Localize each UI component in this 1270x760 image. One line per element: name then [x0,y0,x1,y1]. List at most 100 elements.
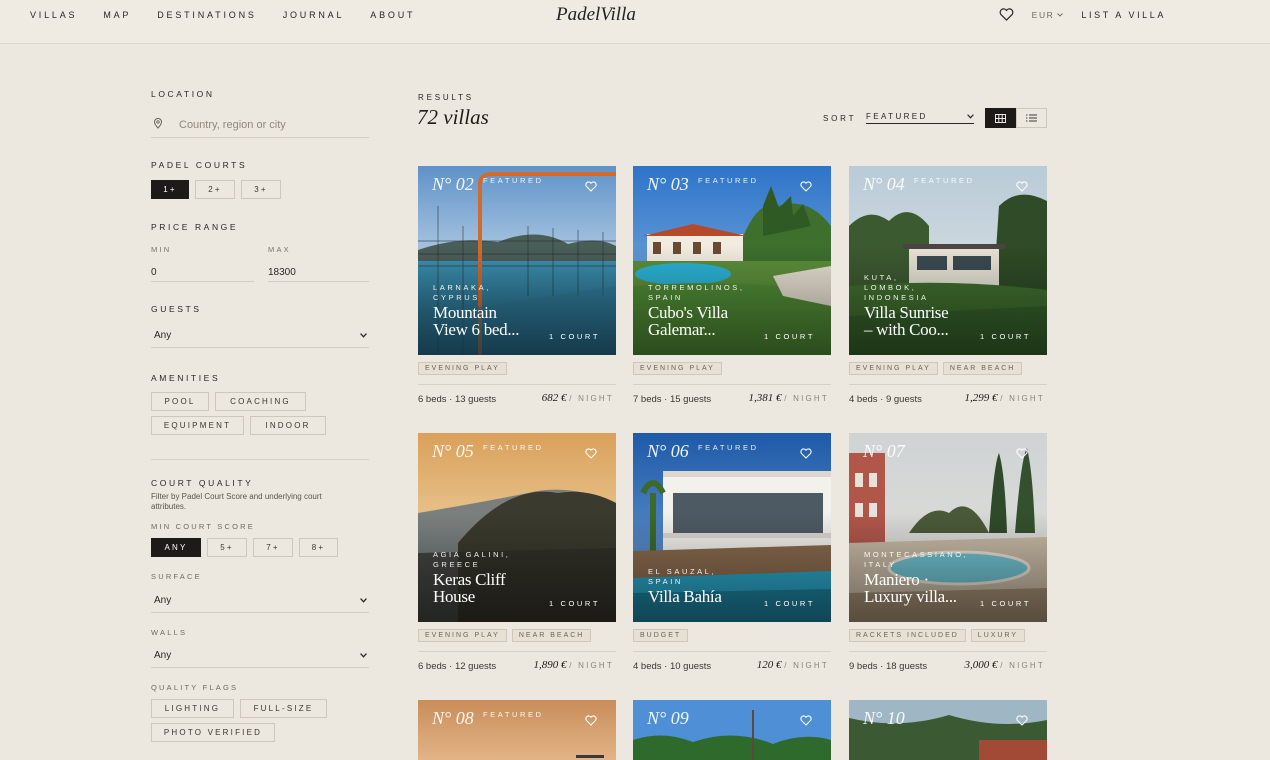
amenity-pool[interactable]: POOL [151,392,209,411]
amenity-indoor[interactable]: INDOOR [250,416,326,435]
villa-photo[interactable]: N° 04 FEATURED KUTA, LOMBOK, INDONESIA Vil… [849,166,1047,355]
nav-map[interactable]: MAP [103,10,131,20]
price-amount: 1,381 € [748,392,782,404]
price-unit: / NIGHT [569,661,614,670]
currency-selector[interactable]: EUR [1032,10,1064,20]
min-price-input[interactable]: 0 [151,262,254,282]
guests-select[interactable]: Any [151,324,369,348]
nav-journal[interactable]: JOURNAL [283,10,345,20]
nav-about[interactable]: ABOUT [370,10,415,20]
favorite-heart-icon[interactable] [800,179,812,197]
villa-card[interactable]: N° 04 FEATURED KUTA, LOMBOK, INDONESIA Vil… [849,166,1047,405]
villa-card[interactable]: N° 09 [633,700,831,760]
price-range-label: PRICE RANGE [151,222,239,232]
villa-location-line: EL SAUZAL, [648,567,717,576]
favorite-heart-icon[interactable] [800,713,812,731]
villa-name-line: Galemar... [648,320,716,339]
court-count: 1 COURT [764,332,815,341]
surface-select[interactable]: Any [151,589,369,613]
nav-destinations[interactable]: DESTINATIONS [157,10,256,20]
villa-card[interactable]: N° 06 FEATURED EL SAUZAL, SPAIN Villa Bah… [633,433,831,672]
featured-badge: FEATURED [698,443,759,452]
villa-location: AGIA GALINI, GREECE [433,550,510,570]
max-price-value: 18300 [268,267,296,278]
price-unit: / NIGHT [569,394,614,403]
guests-label: GUESTS [151,304,202,314]
favorite-heart-icon[interactable] [585,446,597,464]
villa-photo[interactable]: N° 03 FEATURED TORREMOLINOS, SPAIN Cubo's… [633,166,831,355]
featured-badge: FEATURED [483,710,544,719]
amenity-equipment[interactable]: EQUIPMENT [151,416,244,435]
score-option-7-plus[interactable]: 7+ [253,538,293,557]
nav-villas[interactable]: VILLAS [30,10,77,20]
villa-location-line: CYPRUS [433,293,480,302]
max-price-input[interactable]: 18300 [268,262,369,282]
villa-card[interactable]: N° 08 FEATURED [418,700,616,760]
price-unit: / NIGHT [1000,394,1045,403]
court-option-3-plus[interactable]: 3+ [241,180,281,199]
villa-name: Villa Bahía [648,588,722,605]
heart-icon[interactable] [999,8,1014,21]
quality-flags-label: QUALITY FLAGS [151,683,239,692]
favorite-heart-icon[interactable] [800,446,812,464]
list-a-villa-link[interactable]: LIST A VILLA [1081,10,1166,20]
sort-select[interactable]: FEATURED [866,112,974,124]
villa-name: Maniero · Luxury villa... [864,571,957,605]
favorite-heart-icon[interactable] [1016,713,1028,731]
header-actions: EUR LIST A VILLA [999,8,1166,21]
villa-price: 1,890 € / NIGHT [534,659,614,671]
villa-name-line: House [433,587,475,606]
court-count: 1 COURT [764,599,815,608]
logo[interactable]: PadelVilla [556,4,636,26]
villa-photo[interactable]: N° 06 FEATURED EL SAUZAL, SPAIN Villa Bah… [633,433,831,622]
price-unit: / NIGHT [784,394,829,403]
villa-tag: LUXURY [970,629,1026,642]
price-unit: / NIGHT [1000,661,1045,670]
villa-photo[interactable]: N° 02 FEATURED LARNAKA, CYPRUS Mountain Vi… [418,166,616,355]
favorite-heart-icon[interactable] [1016,179,1028,197]
location-input[interactable] [179,118,359,131]
currency-label: EUR [1031,9,1055,20]
price-amount: 1,299 € [964,392,998,404]
featured-badge: FEATURED [483,176,544,185]
villa-photo[interactable]: N° 08 FEATURED [418,700,616,760]
court-option-2-plus[interactable]: 2+ [195,180,235,199]
score-option-any[interactable]: ANY [151,538,201,557]
divider [849,651,1047,652]
favorite-heart-icon[interactable] [585,179,597,197]
villa-card[interactable]: N° 03 FEATURED TORREMOLINOS, SPAIN Cubo's… [633,166,831,405]
villa-photo[interactable]: N° 09 [633,700,831,760]
favorite-heart-icon[interactable] [1016,446,1028,464]
villa-card[interactable]: N° 05 FEATURED AGIA GALINI, GREECE Keras … [418,433,616,672]
villa-photo[interactable]: N° 07 MONTECASSIANO, ITALY Maniero · Luxur… [849,433,1047,622]
villa-card[interactable]: N° 10 [849,700,1047,760]
min-price-value: 0 [151,267,157,278]
villa-price: 682 € / NIGHT [542,392,614,404]
featured-badge: FEATURED [914,176,975,185]
guests-value: Any [154,330,172,341]
villa-photo[interactable]: N° 10 [849,700,1047,760]
grid-view-button[interactable] [985,108,1016,128]
villa-location: MONTECASSIANO, ITALY [864,550,968,570]
villa-card[interactable]: N° 02 FEATURED LARNAKA, CYPRUS Mountain Vi… [418,166,616,405]
villa-location-line: SPAIN [648,293,683,302]
flag-full-size[interactable]: FULL-SIZE [240,699,327,718]
villa-number: N° 09 [647,708,689,728]
court-option-1-plus[interactable]: 1+ [151,180,189,199]
flag-lighting[interactable]: LIGHTING [151,699,234,718]
villa-photo[interactable]: N° 05 FEATURED AGIA GALINI, GREECE Keras … [418,433,616,622]
villa-price: 1,381 € / NIGHT [749,392,829,404]
villa-tags: EVENING PLAY NEAR BEACH [418,629,592,642]
villa-card[interactable]: N° 07 MONTECASSIANO, ITALY Maniero · Luxur… [849,433,1047,672]
amenity-coaching[interactable]: COACHING [215,392,306,411]
villa-tag: NEAR BEACH [511,629,592,642]
walls-select[interactable]: Any [151,644,369,668]
list-view-button[interactable] [1016,108,1047,128]
villa-tag: BUDGET [633,629,689,642]
favorite-heart-icon[interactable] [585,713,597,731]
flag-photo-verified[interactable]: PHOTO VERIFIED [151,723,275,742]
grid-icon [995,113,1006,123]
score-option-5-plus[interactable]: 5+ [207,538,247,557]
villa-number: N° 07 [863,441,905,461]
score-option-8-plus[interactable]: 8+ [299,538,338,557]
